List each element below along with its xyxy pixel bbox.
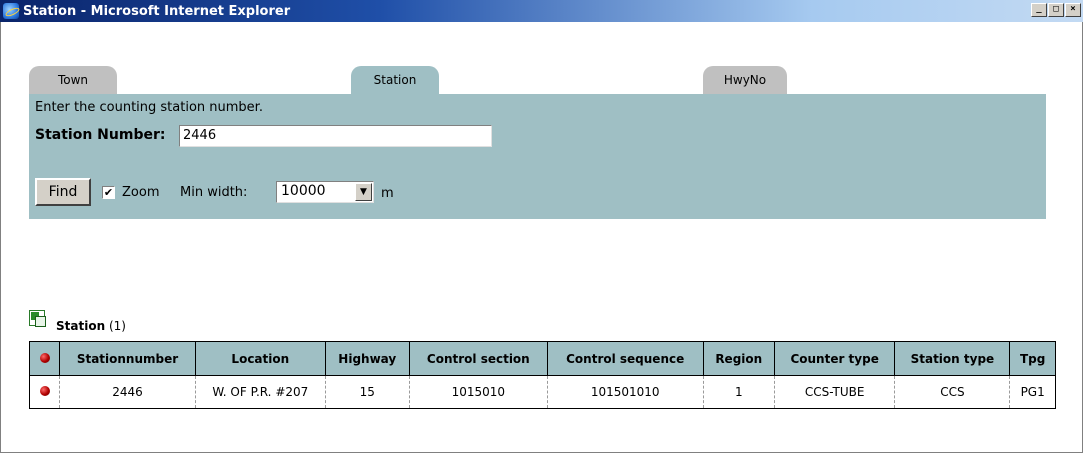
- results-table: Stationnumber Location Highway Control s…: [29, 341, 1056, 409]
- find-button[interactable]: Find: [35, 178, 91, 206]
- column-header[interactable]: Location: [195, 341, 326, 376]
- red-dot-icon[interactable]: [39, 386, 50, 396]
- results-heading: Station (1): [56, 319, 126, 333]
- column-header[interactable]: Control section: [408, 341, 548, 376]
- min-width-label: Min width:: [180, 185, 248, 200]
- table-cell: 15: [324, 375, 410, 409]
- internet-explorer-icon: [3, 3, 19, 19]
- tab-station[interactable]: Station: [351, 66, 439, 94]
- minimize-button[interactable]: _: [1031, 3, 1047, 17]
- column-header[interactable]: Stationnumber: [59, 341, 196, 376]
- results-title: Station: [56, 319, 106, 333]
- station-search-panel: Enter the counting station number. Stati…: [29, 94, 1046, 219]
- table-cell: CCS-TUBE: [773, 375, 896, 409]
- window-border-left: [0, 22, 1, 453]
- station-number-label: Station Number:: [35, 127, 166, 143]
- window-titlebar: Station - Microsoft Internet Explorer _ …: [0, 0, 1083, 22]
- column-header[interactable]: Station type: [894, 341, 1011, 376]
- min-width-value: 10000: [281, 183, 326, 199]
- close-button[interactable]: ×: [1065, 3, 1081, 17]
- zoom-checkbox[interactable]: ✔: [102, 186, 115, 199]
- table-cell: CCS: [894, 375, 1011, 409]
- table-cell: PG1: [1009, 375, 1056, 409]
- table-row[interactable]: 2446 W. OF P.R. #207 15 1015010 10150101…: [29, 375, 1056, 409]
- window-controls: _ □ ×: [1031, 3, 1081, 17]
- min-width-unit: m: [381, 186, 394, 201]
- column-header[interactable]: Highway: [324, 341, 410, 376]
- table-cell: W. OF P.R. #207: [195, 375, 326, 409]
- tab-hwyno[interactable]: HwyNo: [703, 66, 787, 94]
- column-header[interactable]: Tpg: [1009, 341, 1056, 376]
- row-select-cell[interactable]: [29, 375, 60, 409]
- header-select-column: [29, 341, 60, 376]
- table-cell: 1015010: [408, 375, 548, 409]
- column-header[interactable]: Counter type: [773, 341, 896, 376]
- table-cell: 1: [702, 375, 775, 409]
- instruction-text: Enter the counting station number.: [35, 100, 263, 115]
- column-header[interactable]: Region: [702, 341, 775, 376]
- table-header-row: Stationnumber Location Highway Control s…: [29, 341, 1056, 376]
- station-number-input[interactable]: 2446: [179, 125, 492, 147]
- tab-town[interactable]: Town: [29, 66, 117, 94]
- column-header[interactable]: Control sequence: [546, 341, 704, 376]
- maximize-button[interactable]: □: [1048, 3, 1064, 17]
- table-cell: 2446: [59, 375, 196, 409]
- dropdown-arrow-icon[interactable]: ▼: [355, 183, 372, 201]
- excel-export-icon[interactable]: [29, 310, 46, 327]
- min-width-select[interactable]: 10000 ▼: [276, 181, 374, 203]
- zoom-label: Zoom: [122, 185, 160, 200]
- table-cell: 101501010: [546, 375, 704, 409]
- red-dot-icon: [39, 352, 50, 363]
- window-title: Station - Microsoft Internet Explorer: [23, 3, 291, 19]
- results-count: (1): [108, 319, 126, 333]
